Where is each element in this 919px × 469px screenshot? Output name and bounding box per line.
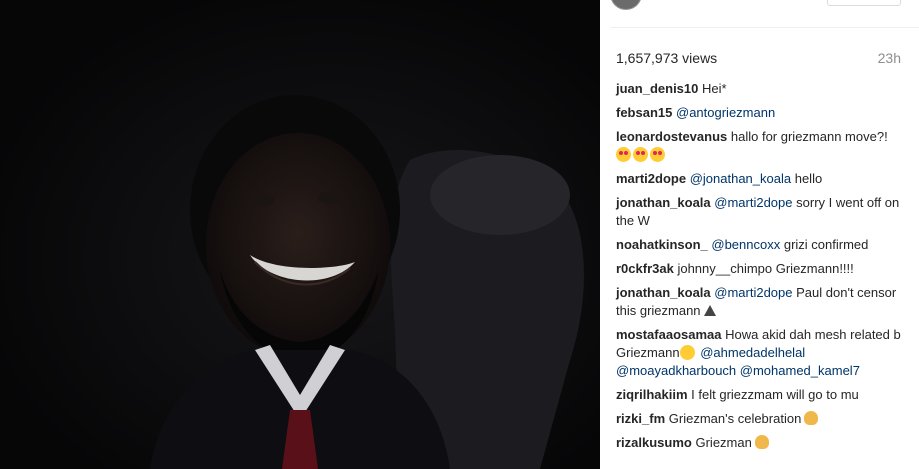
comment-username[interactable]: leonardostevanus — [616, 129, 727, 144]
comment-username[interactable]: rizalkusumo — [616, 435, 692, 450]
comment-text: hallo for griezmann move?! — [730, 129, 888, 144]
thinking-face-emoji-icon — [679, 345, 695, 360]
comment: r0ckfr3ak johnny__chimpo Griezmann!!!! — [616, 260, 904, 278]
comment: mostafaaosamaa Howa akid dah mesh relate… — [616, 326, 904, 380]
comment-username[interactable]: jonathan_koala — [616, 195, 711, 210]
view-count: 1,657,973 views — [616, 50, 718, 66]
comment-username[interactable]: r0ckfr3ak — [616, 261, 674, 276]
comment-text: grizi confirmed — [783, 237, 869, 252]
warning-sign-icon — [703, 305, 716, 316]
comment: juan_denis10 Hei* — [616, 80, 904, 98]
comment: ziqrilhakiim I felt griezzmam will go to… — [616, 386, 904, 404]
heart-eyes-emoji-icon — [616, 147, 631, 162]
comment: rizki_fm Griezman's celebration — [616, 410, 904, 428]
avatar[interactable] — [610, 0, 642, 10]
comment-username[interactable]: juan_denis10 — [616, 81, 698, 96]
comment-mention[interactable]: @benncoxx — [711, 237, 780, 252]
comment-username[interactable]: mostafaaosamaa — [616, 327, 722, 342]
clapping-hands-emoji-icon — [804, 411, 819, 425]
comment: leonardostevanus hallo for griezmann mov… — [616, 128, 904, 164]
comment-text: Griezman — [695, 435, 752, 450]
heart-eyes-emoji-icon — [650, 147, 665, 162]
follow-button[interactable] — [827, 0, 901, 6]
heart-eyes-emoji-icon — [633, 147, 648, 162]
video-player[interactable] — [0, 0, 600, 469]
comment-mention[interactable]: @antogriezmann — [676, 105, 775, 120]
comment-username[interactable]: ziqrilhakiim — [616, 387, 688, 402]
comment-mention[interactable]: @mohamed_kamel7 — [740, 363, 860, 378]
comment-text: Hei* — [702, 81, 727, 96]
comment-mention[interactable]: @ahmedadelhelal — [700, 345, 805, 360]
header-divider — [610, 27, 919, 28]
comment-text: hello — [794, 171, 823, 186]
post-timestamp[interactable]: 23h — [878, 50, 901, 66]
comment-username[interactable]: rizki_fm — [616, 411, 665, 426]
comment-mention[interactable]: @marti2dope — [714, 285, 792, 300]
comment-username[interactable]: marti2dope — [616, 171, 686, 186]
clapping-hands-emoji-icon — [754, 435, 769, 449]
comment-username[interactable]: jonathan_koala — [616, 285, 711, 300]
comment-username[interactable]: febsan15 — [616, 105, 672, 120]
comment: jonathan_koala @marti2dope Paul don't ce… — [616, 284, 904, 320]
comment: febsan15 @antogriezmann — [616, 104, 904, 122]
comment: noahatkinson_ @benncoxx grizi confirmed — [616, 236, 904, 254]
comment-mention[interactable]: @moayadkharbouch — [616, 363, 736, 378]
comment-mention[interactable]: @jonathan_koala — [690, 171, 791, 186]
comment-text: Griezman's celebration — [668, 411, 802, 426]
comment-text: I felt griezzmam will go to mu — [691, 387, 859, 402]
comment: jonathan_koala @marti2dope sorry I went … — [616, 194, 904, 230]
post-sidebar: 1,657,973 views 23h juan_denis10 Hei* fe… — [600, 0, 919, 469]
comment: rizalkusumo Griezman — [616, 434, 904, 452]
video-frame — [0, 0, 600, 469]
comment-list: juan_denis10 Hei* febsan15 @antogriezman… — [616, 80, 904, 458]
comment-username[interactable]: noahatkinson_ — [616, 237, 708, 252]
comment-mention[interactable]: @marti2dope — [714, 195, 792, 210]
comment-text: johnny__chimpo Griezmann!!!! — [677, 261, 854, 276]
comment: marti2dope @jonathan_koala hello — [616, 170, 904, 188]
